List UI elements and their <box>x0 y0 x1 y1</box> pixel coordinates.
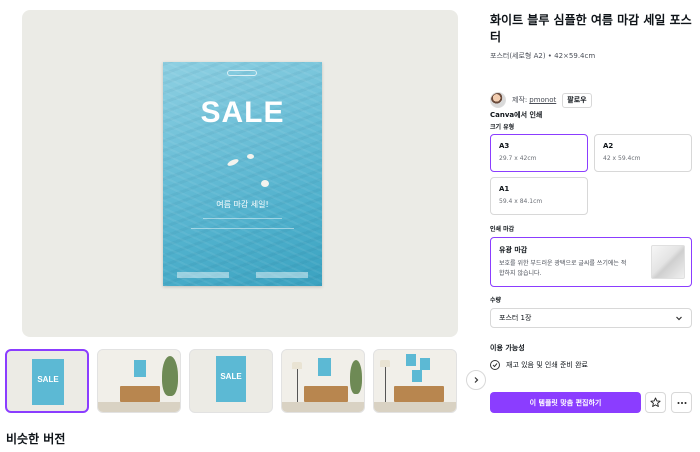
size-dimensions: 42 x 59.4cm <box>603 155 641 162</box>
thumbnail-caption: SALE <box>37 375 59 385</box>
avatar[interactable] <box>490 92 506 108</box>
check-circle-icon <box>490 360 500 370</box>
thumbnail[interactable] <box>373 349 457 413</box>
next-thumbnails-button[interactable] <box>466 370 486 390</box>
plant <box>350 360 362 394</box>
floor <box>374 402 456 412</box>
poster-headline: SALE <box>200 96 285 129</box>
thumbnail[interactable]: SALE <box>5 349 89 413</box>
lamp-stem <box>297 369 298 404</box>
more-icon <box>677 401 686 404</box>
thumbnail[interactable] <box>281 349 365 413</box>
print-finish-label: 인쇄 마감 <box>490 226 515 233</box>
star-icon <box>650 397 661 407</box>
poster-image: SALE 여름 마감 세일! <box>163 62 322 286</box>
poster-subtitle: 여름 마감 세일! <box>216 200 269 209</box>
sideboard <box>394 386 444 402</box>
thumbnail-poster <box>412 370 422 382</box>
size-name: A2 <box>603 142 614 150</box>
availability-row: 재고 있음 및 인쇄 준비 완료 <box>490 360 588 370</box>
size-name: A1 <box>499 185 510 193</box>
product-title: 화이트 블루 심플한 여름 마감 세일 포스터 <box>490 13 692 44</box>
creator-link[interactable]: pmonot <box>529 96 556 104</box>
design-preview[interactable]: SALE 여름 마감 세일! <box>22 10 458 337</box>
poster-text-line <box>191 228 294 229</box>
creator-row: 제작: pmonot 팔로우 <box>490 92 592 108</box>
availability-label: 이용 가능성 <box>490 344 525 352</box>
follow-button[interactable]: 팔로우 <box>562 92 592 108</box>
size-name: A3 <box>499 142 510 150</box>
quantity-label: 수량 <box>490 297 502 304</box>
size-option-a2[interactable]: A2 42 x 59.4cm <box>594 134 692 172</box>
thumbnail-caption: SALE <box>220 372 242 382</box>
poster-tag <box>227 70 257 76</box>
chevron-right-icon <box>474 377 479 383</box>
thumbnail-poster <box>134 360 146 377</box>
swimmer <box>247 154 254 159</box>
chevron-down-icon <box>676 316 682 321</box>
quantity-select[interactable]: 포스터 1장 <box>490 308 692 328</box>
similar-versions-heading: 비슷한 버전 <box>6 432 66 446</box>
thumbnail-poster <box>420 358 430 370</box>
thumbnail-poster <box>406 354 416 366</box>
size-type-label: 크기 유형 <box>490 124 515 131</box>
quantity-value: 포스터 1장 <box>499 314 532 322</box>
finish-swatch <box>651 245 685 279</box>
lamp-shade <box>380 360 390 367</box>
size-dimensions: 29.7 x 42cm <box>499 155 537 162</box>
customize-template-button[interactable]: 이 템플릿 맞춤 편집하기 <box>490 392 641 413</box>
thumbnail[interactable]: SALE <box>189 349 273 413</box>
product-meta: 포스터(세로형 A2) • 42×59.4cm <box>490 52 596 60</box>
poster-text-line <box>203 218 282 219</box>
product-panel: 화이트 블루 심플한 여름 마감 세일 포스터 포스터(세로형 A2) • 42… <box>490 12 692 413</box>
size-option-a1[interactable]: A1 59.4 x 84.1cm <box>490 177 588 215</box>
sideboard <box>304 386 348 402</box>
poster-footer <box>177 272 229 278</box>
floor <box>98 402 180 412</box>
lamp-stem <box>385 367 386 404</box>
thumbnail-poster: SALE <box>216 356 246 402</box>
finish-option-gloss[interactable]: 유광 마감 보호를 위한 부드러운 광택으로 글씨를 쓰기에는 적합하지 않습니… <box>490 237 692 287</box>
finish-description: 보호를 위한 부드러운 광택으로 글씨를 쓰기에는 적합하지 않습니다. <box>499 260 627 277</box>
floor <box>282 402 364 412</box>
availability-status: 재고 있음 및 인쇄 준비 완료 <box>506 361 588 369</box>
swimmer <box>261 180 269 187</box>
thumbnail-poster: SALE <box>32 359 64 405</box>
sideboard <box>120 386 160 402</box>
size-dimensions: 59.4 x 84.1cm <box>499 198 543 205</box>
lamp-shade <box>292 362 302 369</box>
poster-footer <box>256 272 308 278</box>
print-section-title: Canva에서 인쇄 <box>490 111 543 119</box>
favorite-button[interactable] <box>645 392 666 413</box>
thumbnail-strip: SALE SALE <box>5 349 457 413</box>
plant <box>162 356 178 396</box>
thumbnail[interactable] <box>97 349 181 413</box>
more-options-button[interactable] <box>671 392 692 413</box>
creator-label: 제작: <box>512 96 528 104</box>
thumbnail-poster <box>318 358 331 376</box>
size-option-a3[interactable]: A3 29.7 x 42cm <box>490 134 588 172</box>
